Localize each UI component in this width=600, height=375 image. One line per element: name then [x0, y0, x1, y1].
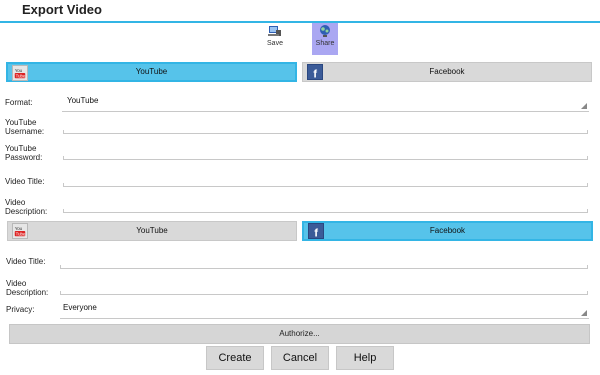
- share-icon: [320, 25, 330, 37]
- dialog-title: Export Video: [22, 2, 102, 17]
- svg-text:You: You: [15, 68, 23, 73]
- title-divider: [0, 21, 600, 23]
- privacy-label: Privacy:: [6, 305, 35, 314]
- tab-youtube-secondary[interactable]: You Tube YouTube: [7, 221, 297, 241]
- svg-text:You: You: [15, 226, 23, 231]
- password-input-left-tick: [63, 156, 64, 159]
- facebook-video-description-label: Video Description:: [6, 279, 49, 297]
- save-label: Save: [267, 40, 283, 47]
- share-label: Share: [315, 40, 335, 47]
- tab-facebook-label: Facebook: [429, 67, 465, 76]
- svg-text:Tube: Tube: [16, 231, 26, 236]
- tab-youtube-label: YouTube: [135, 67, 168, 76]
- username-input[interactable]: [63, 133, 588, 134]
- youtube-title-right-tick: [587, 183, 588, 186]
- youtube-title-left-tick: [63, 183, 64, 186]
- youtube-video-description-label: Video Description:: [5, 198, 48, 216]
- authorize-button[interactable]: Authorize...: [9, 324, 590, 344]
- cancel-button[interactable]: Cancel: [271, 346, 329, 370]
- save-button[interactable]: Save: [262, 23, 288, 55]
- youtube-video-description-input[interactable]: [63, 212, 588, 213]
- format-dropdown-icon[interactable]: [581, 103, 587, 109]
- password-label: YouTube Password:: [5, 144, 43, 162]
- privacy-select-underline: [60, 318, 589, 319]
- youtube-logo-icon: You Tube: [12, 223, 28, 239]
- save-icon: [268, 26, 281, 36]
- svg-text:f: f: [313, 68, 317, 80]
- facebook-desc-right-tick: [587, 291, 588, 294]
- youtube-desc-right-tick: [587, 209, 588, 212]
- svg-text:f: f: [314, 227, 318, 239]
- username-input-left-tick: [63, 130, 64, 133]
- youtube-video-title-input[interactable]: [63, 186, 588, 187]
- tab-facebook-secondary-label: Facebook: [429, 226, 466, 235]
- facebook-logo-icon: f: [307, 64, 323, 80]
- tab-facebook[interactable]: f Facebook: [302, 62, 592, 82]
- tab-youtube-secondary-label: YouTube: [136, 226, 168, 235]
- facebook-title-left-tick: [60, 265, 61, 268]
- youtube-video-title-label: Video Title:: [5, 177, 45, 186]
- tab-youtube[interactable]: You Tube YouTube: [6, 62, 297, 82]
- svg-text:Tube: Tube: [16, 73, 26, 78]
- privacy-value: Everyone: [63, 303, 97, 312]
- facebook-logo-icon: f: [308, 223, 324, 239]
- username-input-right-tick: [587, 130, 588, 133]
- format-value: YouTube: [67, 96, 99, 105]
- password-input-right-tick: [587, 156, 588, 159]
- privacy-dropdown-icon[interactable]: [581, 310, 587, 316]
- format-select-underline: [62, 111, 589, 112]
- youtube-logo-icon: You Tube: [12, 65, 28, 81]
- share-button[interactable]: Share: [312, 23, 338, 55]
- facebook-video-title-input[interactable]: [60, 268, 588, 269]
- username-label: YouTube Username:: [5, 118, 45, 136]
- help-button[interactable]: Help: [336, 346, 394, 370]
- create-button[interactable]: Create: [206, 346, 264, 370]
- facebook-video-description-input[interactable]: [60, 294, 588, 295]
- tab-facebook-secondary[interactable]: f Facebook: [302, 221, 593, 241]
- password-input[interactable]: [63, 159, 588, 160]
- facebook-desc-left-tick: [60, 291, 61, 294]
- facebook-title-right-tick: [587, 265, 588, 268]
- format-label: Format:: [5, 98, 33, 107]
- youtube-desc-left-tick: [63, 209, 64, 212]
- facebook-video-title-label: Video Title:: [6, 257, 46, 266]
